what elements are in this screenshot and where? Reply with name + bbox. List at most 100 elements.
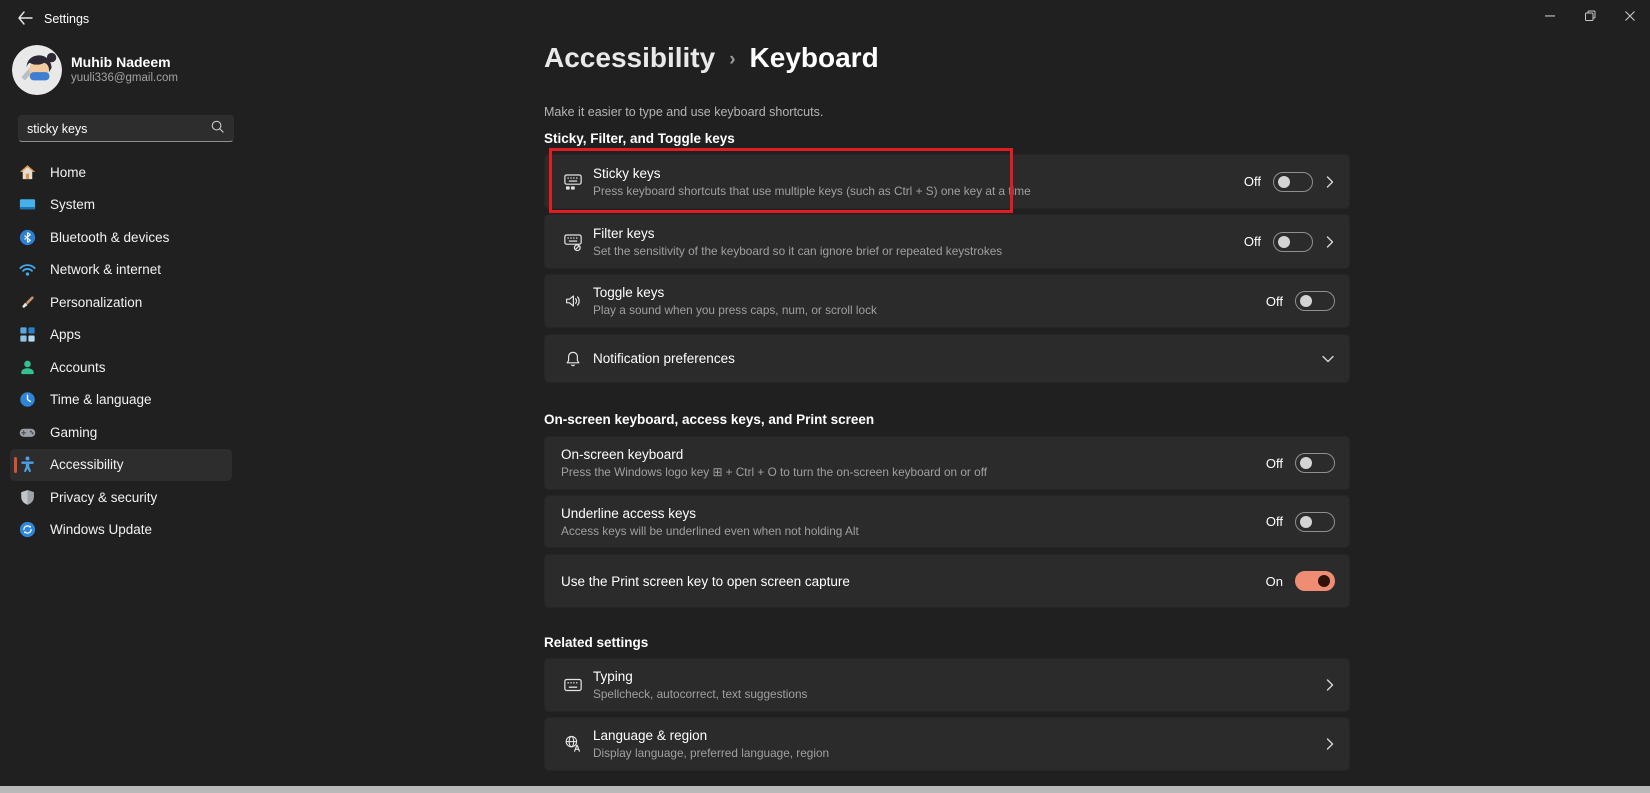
- page-subtitle: Make it easier to type and use keyboard …: [544, 104, 824, 119]
- sidebar-item-personalization[interactable]: Personalization: [10, 286, 232, 319]
- section-label-sticky-filter-toggle: Sticky, Filter, and Toggle keys: [544, 131, 735, 146]
- sidebar-item-network-internet[interactable]: Network & internet: [10, 254, 232, 287]
- sidebar-item-gaming[interactable]: Gaming: [10, 416, 232, 449]
- chevron-down-icon[interactable]: [1321, 354, 1335, 364]
- sidebar-item-privacy-security[interactable]: Privacy & security: [10, 481, 232, 514]
- avatar[interactable]: [12, 45, 62, 95]
- filter-keys-icon: [561, 232, 585, 252]
- section-label-onscreen-keyboard: On-screen keyboard, access keys, and Pri…: [544, 412, 875, 427]
- sidebar-nav: Home System Bluetooth & devices Network …: [10, 156, 232, 546]
- breadcrumb-accessibility[interactable]: Accessibility: [544, 42, 715, 74]
- settings-window: Settings Muhib Nadeem yuuli336@gmail.com: [0, 0, 1650, 793]
- toggle-knob: [1318, 575, 1330, 587]
- minimize-button[interactable]: [1530, 0, 1570, 34]
- setting-row-print-screen[interactable]: Use the Print screen key to open screen …: [544, 554, 1350, 608]
- sidebar-item-windows-update[interactable]: Windows Update: [10, 514, 232, 547]
- search-box[interactable]: [18, 115, 234, 142]
- row-title: Sticky keys: [593, 165, 661, 181]
- setting-row-notification-preferences[interactable]: Notification preferences: [544, 334, 1350, 383]
- sidebar-item-accounts[interactable]: Accounts: [10, 351, 232, 384]
- row-title: Language & region: [593, 728, 708, 743]
- toggle-state-label: Off: [1243, 174, 1261, 189]
- accessibility-icon: [18, 455, 37, 474]
- row-subtitle: Set the sensitivity of the keyboard so i…: [593, 243, 1003, 258]
- chevron-right-icon: [1325, 737, 1335, 751]
- chevron-right-icon: [1325, 175, 1335, 189]
- sidebar-item-bluetooth-devices[interactable]: Bluetooth & devices: [10, 221, 232, 254]
- privacy-shield-icon: [18, 488, 37, 507]
- toggle-knob: [1278, 235, 1290, 248]
- window-controls: [1530, 0, 1650, 34]
- sidebar-item-home[interactable]: Home: [10, 156, 232, 189]
- row-title: Underline access keys: [561, 505, 697, 521]
- row-title: On-screen keyboard: [561, 447, 684, 462]
- chevron-right-icon: [1325, 235, 1335, 249]
- onscreen-keyboard-toggle[interactable]: [1295, 453, 1335, 473]
- print-screen-toggle[interactable]: [1295, 571, 1335, 591]
- sidebar-item-label: Personalization: [50, 294, 143, 310]
- setting-row-onscreen-keyboard[interactable]: On-screen keyboard Press the Windows log…: [544, 436, 1350, 490]
- window-title: Settings: [44, 12, 90, 26]
- toggle-state-label: Off: [1265, 514, 1283, 529]
- sidebar-item-apps[interactable]: Apps: [10, 319, 232, 352]
- underline-access-keys-toggle[interactable]: [1295, 511, 1335, 532]
- row-subtitle: Spellcheck, autocorrect, text suggestion…: [593, 687, 808, 701]
- page-title: Keyboard: [749, 42, 879, 73]
- network-icon: [18, 260, 37, 279]
- minimize-icon: [1544, 10, 1556, 25]
- windows-update-icon: [18, 520, 37, 539]
- system-icon: [18, 195, 37, 214]
- gaming-icon: [18, 423, 37, 442]
- sidebar-item-label: Bluetooth & devices: [50, 229, 170, 245]
- search-icon[interactable]: [210, 119, 225, 139]
- row-subtitle: Press keyboard shortcuts that use multip…: [593, 183, 1031, 198]
- setting-row-language-region[interactable]: Language & region Display language, pref…: [544, 717, 1350, 771]
- search-input[interactable]: [27, 121, 210, 136]
- row-subtitle: Play a sound when you press caps, num, o…: [593, 303, 877, 317]
- setting-row-sticky-keys[interactable]: Sticky keys Press keyboard shortcuts tha…: [544, 154, 1350, 209]
- language-globe-icon: [561, 734, 585, 754]
- row-title: Filter keys: [593, 225, 655, 241]
- filter-keys-toggle[interactable]: [1273, 231, 1313, 252]
- sidebar-item-system[interactable]: System: [10, 189, 232, 222]
- setting-row-filter-keys[interactable]: Filter keys Set the sensitivity of the k…: [544, 214, 1350, 269]
- sticky-keys-icon: [561, 172, 585, 192]
- row-title: Typing: [593, 669, 633, 684]
- sidebar-item-accessibility[interactable]: Accessibility: [10, 448, 232, 481]
- sidebar-item-label: System: [50, 197, 96, 213]
- setting-row-typing[interactable]: Typing Spellcheck, autocorrect, text sug…: [544, 658, 1350, 712]
- typing-keyboard-icon: [561, 675, 585, 695]
- breadcrumb: Accessibility › Keyboard: [544, 42, 879, 74]
- row-subtitle: Press the Windows logo key ⊞ + Ctrl + O …: [561, 465, 988, 479]
- setting-row-underline-access-keys[interactable]: Underline access keys Access keys will b…: [544, 495, 1350, 548]
- home-icon: [18, 163, 37, 182]
- sticky-keys-toggle[interactable]: [1273, 171, 1313, 192]
- toggle-knob: [1300, 295, 1312, 307]
- row-title: Use the Print screen key to open screen …: [561, 573, 850, 589]
- user-name: Muhib Nadeem: [71, 54, 171, 70]
- toggle-keys-toggle[interactable]: [1295, 291, 1335, 311]
- back-button[interactable]: [8, 5, 42, 33]
- sidebar-item-label: Time & language: [50, 392, 152, 408]
- personalization-icon: [18, 293, 37, 312]
- row-subtitle: Access keys will be underlined even when…: [561, 523, 859, 538]
- maximize-button[interactable]: [1570, 0, 1610, 34]
- row-subtitle: Display language, preferred language, re…: [593, 746, 830, 760]
- toggle-state-label: On: [1265, 573, 1283, 589]
- sidebar-item-label: Gaming: [50, 424, 98, 440]
- close-button[interactable]: [1610, 0, 1650, 34]
- toggle-state-label: Off: [1265, 293, 1283, 309]
- toggle-keys-speaker-icon: [561, 291, 585, 311]
- section-label-related-settings: Related settings: [544, 635, 649, 650]
- time-language-icon: [18, 390, 37, 409]
- toggle-state-label: Off: [1243, 234, 1261, 249]
- setting-row-toggle-keys[interactable]: Toggle keys Play a sound when you press …: [544, 274, 1350, 328]
- breadcrumb-separator: ›: [729, 49, 736, 70]
- sidebar-item-label: Network & internet: [50, 262, 162, 278]
- bluetooth-icon: [18, 228, 37, 247]
- toggle-knob: [1300, 457, 1312, 469]
- user-email: yuuli336@gmail.com: [71, 72, 178, 84]
- sidebar-item-time-language[interactable]: Time & language: [10, 384, 232, 417]
- accounts-icon: [18, 358, 37, 377]
- row-title: Toggle keys: [593, 285, 665, 300]
